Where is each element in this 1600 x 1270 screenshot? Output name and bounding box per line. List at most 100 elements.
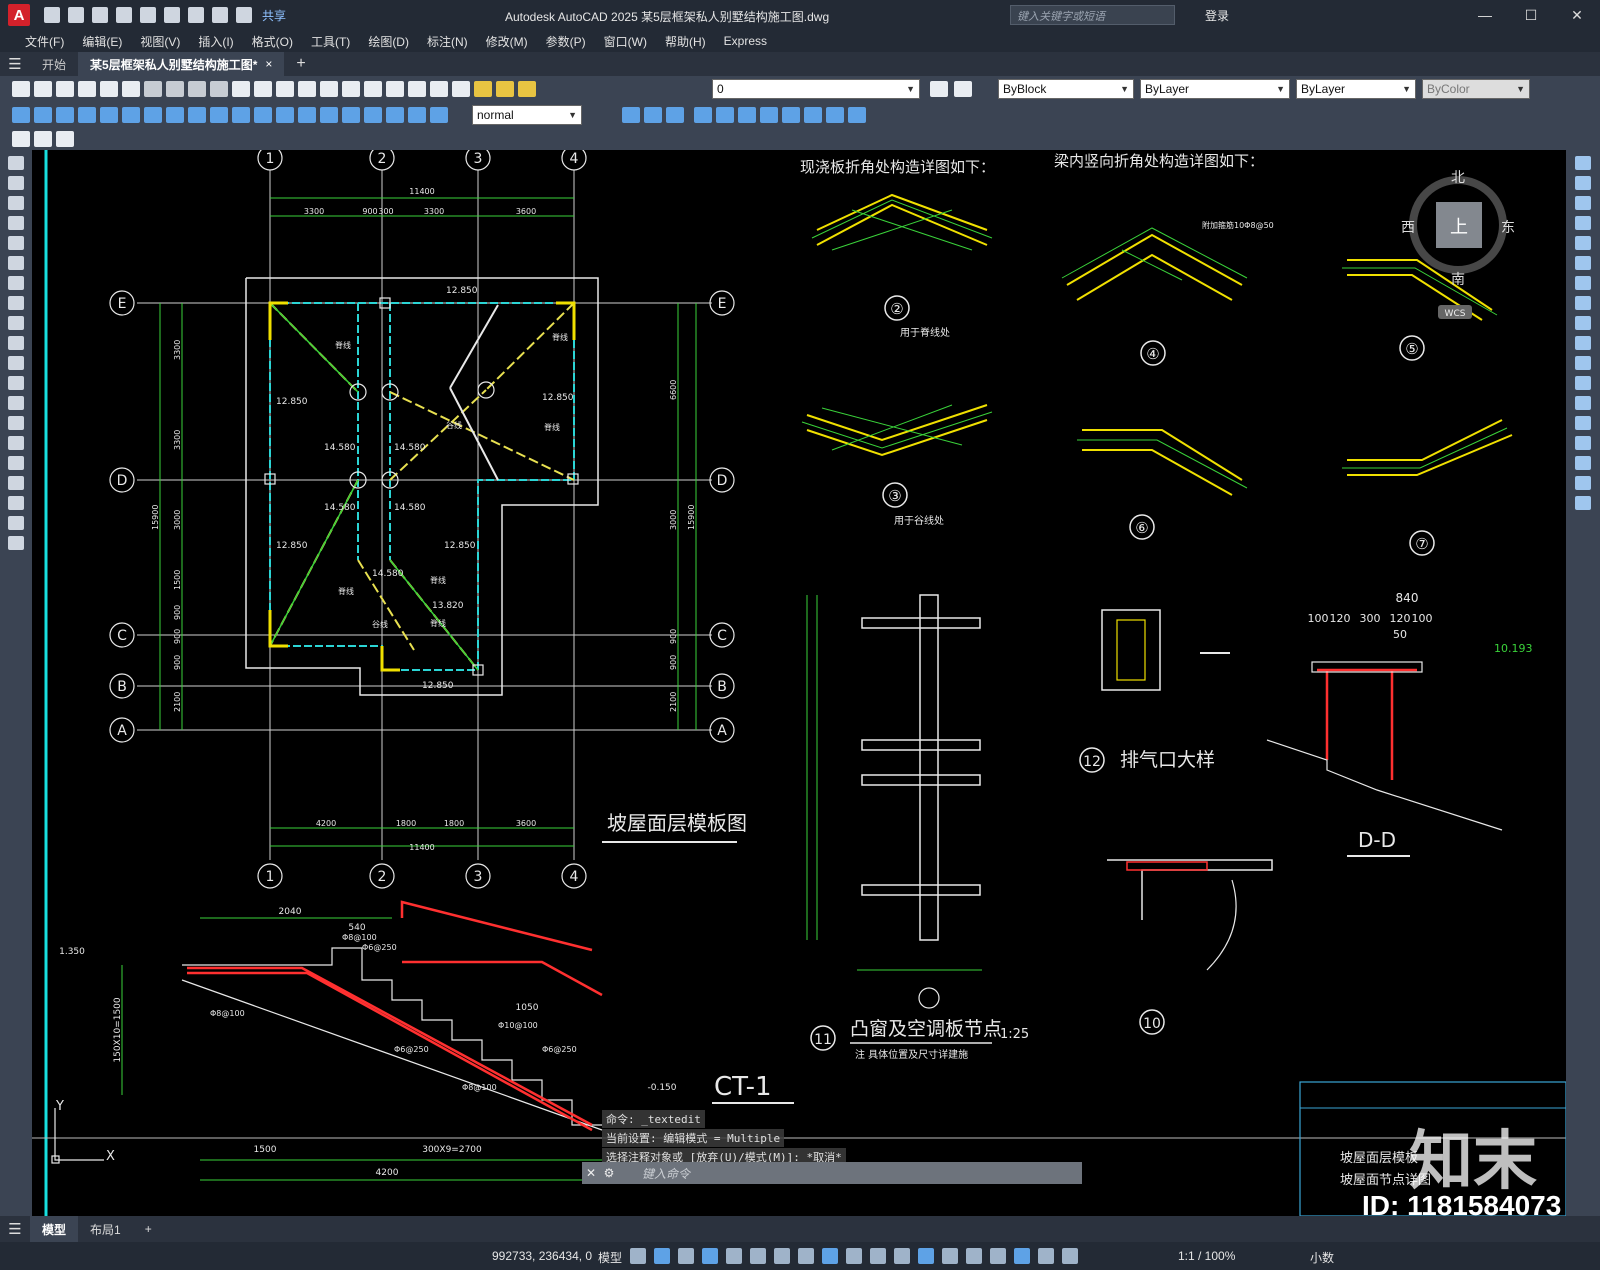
add-layout-button[interactable]: + xyxy=(133,1216,164,1242)
units-button[interactable]: 小数 xyxy=(1310,1249,1334,1266)
viewcube-north-label[interactable]: 北 xyxy=(1451,170,1465,186)
tolerance-icon[interactable] xyxy=(298,107,316,123)
dimension-space-icon[interactable] xyxy=(254,107,272,123)
tab-current-drawing[interactable]: 某5层框架私人别墅结构施工图* × xyxy=(78,52,285,76)
close-icon[interactable]: ✕ xyxy=(582,1166,600,1180)
diameter-icon[interactable] xyxy=(144,107,162,123)
export-icon[interactable] xyxy=(164,7,180,23)
dimension-update-icon[interactable] xyxy=(430,107,448,123)
search-input[interactable]: 键入关键字或短语 xyxy=(1010,5,1175,25)
menu-express[interactable]: Express xyxy=(715,34,776,48)
zoom-window-icon[interactable] xyxy=(320,81,338,97)
dimension-break-icon[interactable] xyxy=(276,107,294,123)
jogged-linear-icon[interactable] xyxy=(364,107,382,123)
3d-extrude-icon[interactable] xyxy=(666,107,684,123)
make-current-icon[interactable] xyxy=(930,81,948,97)
polar-icon[interactable] xyxy=(750,1248,766,1264)
roof-plan[interactable]: 12.850 14.580 14.580 14.580 14.580 12.85… xyxy=(109,150,747,889)
login-button[interactable]: 登录 xyxy=(1205,7,1229,24)
dynamic-input-icon[interactable] xyxy=(702,1248,718,1264)
blend-icon[interactable] xyxy=(1575,476,1591,490)
viewcube-east-label[interactable]: 东 xyxy=(1501,220,1515,236)
viewcube-top-label[interactable]: 上 xyxy=(1450,217,1468,238)
infer-constraints-icon[interactable] xyxy=(678,1248,694,1264)
transparency-icon[interactable] xyxy=(870,1248,886,1264)
insert-block-icon[interactable] xyxy=(34,131,52,147)
layer-state-icon[interactable] xyxy=(496,81,514,97)
text-style-select[interactable]: normal ▼ xyxy=(472,105,582,125)
inspection-icon[interactable] xyxy=(342,107,360,123)
multiline-text-icon[interactable] xyxy=(8,516,24,530)
tab-start[interactable]: 开始 xyxy=(30,52,78,76)
autocad-logo-icon[interactable]: A xyxy=(8,4,30,26)
tab-layout1[interactable]: 布局1 xyxy=(78,1216,133,1242)
annotation-scale[interactable]: 1:1 / 100% xyxy=(1178,1249,1235,1263)
angular-icon[interactable] xyxy=(166,107,184,123)
join-icon[interactable] xyxy=(1575,416,1591,430)
break-at-point-icon[interactable] xyxy=(1575,376,1591,390)
vent-detail[interactable]: 12 排气口大样 xyxy=(1079,609,1230,773)
layer-previous-icon[interactable] xyxy=(954,81,972,97)
wcs-button[interactable]: WCS xyxy=(1445,309,1466,319)
ellipse-icon[interactable] xyxy=(8,336,24,350)
3d-mirror-icon[interactable] xyxy=(782,107,800,123)
viewcube[interactable]: 上 北 南 东 西 WCS xyxy=(1401,170,1515,319)
save-icon[interactable] xyxy=(56,81,74,97)
section-dd[interactable]: 840 100 120 300 120 100 50 10.193 D-D xyxy=(1266,591,1533,857)
array-icon[interactable] xyxy=(1575,236,1591,250)
plot-icon[interactable] xyxy=(78,81,96,97)
ordinate-icon[interactable] xyxy=(78,107,96,123)
calculator-icon[interactable] xyxy=(430,81,448,97)
bay-window-section[interactable]: 11 凸窗及空调板节点 1:25 注 具体位置及尺寸详建施 xyxy=(806,594,1029,1061)
save-icon[interactable] xyxy=(92,7,108,23)
spline-icon[interactable] xyxy=(8,316,24,330)
tab-model[interactable]: 模型 xyxy=(30,1216,79,1242)
menu-tools[interactable]: 工具(T) xyxy=(302,33,359,50)
rotate-icon[interactable] xyxy=(1575,276,1591,290)
3d-rotate-icon[interactable] xyxy=(760,107,778,123)
insert-block-icon[interactable] xyxy=(8,376,24,390)
copy-object-icon[interactable] xyxy=(1575,176,1591,190)
block-editor-icon[interactable] xyxy=(12,131,30,147)
cut-icon[interactable] xyxy=(144,81,162,97)
layer-freeze-icon[interactable] xyxy=(518,81,536,97)
rectangle-icon[interactable] xyxy=(8,236,24,250)
copy-icon[interactable] xyxy=(166,81,184,97)
model-space-button[interactable]: 模型 xyxy=(598,1249,622,1266)
trim-icon[interactable] xyxy=(1575,336,1591,350)
ellipse-arc-icon[interactable] xyxy=(8,356,24,370)
layer-select[interactable]: 0 ▼ xyxy=(712,79,920,99)
menu-format[interactable]: 格式(O) xyxy=(243,33,302,50)
selection-filter-icon[interactable] xyxy=(966,1248,982,1264)
dynamic-ucs-icon[interactable] xyxy=(942,1248,958,1264)
hatch-icon[interactable] xyxy=(8,436,24,450)
aligned-dimension-icon[interactable] xyxy=(34,107,52,123)
mirror-icon[interactable] xyxy=(1575,196,1591,210)
plotstyle-select[interactable]: ByColor ▼ xyxy=(1422,79,1530,99)
plot-preview-icon[interactable] xyxy=(100,81,118,97)
dimension-edit-icon[interactable] xyxy=(386,107,404,123)
radius-icon[interactable] xyxy=(100,107,118,123)
explode-icon[interactable] xyxy=(1575,496,1591,510)
new-file-icon[interactable] xyxy=(44,7,60,23)
dimension-text-edit-icon[interactable] xyxy=(408,107,426,123)
arc-length-icon[interactable] xyxy=(56,107,74,123)
snap-icon[interactable] xyxy=(654,1248,670,1264)
menu-draw[interactable]: 绘图(D) xyxy=(359,33,418,50)
object-snap-tracking-icon[interactable] xyxy=(798,1248,814,1264)
circle-icon[interactable] xyxy=(8,276,24,290)
lineweight-icon[interactable] xyxy=(846,1248,862,1264)
undo-icon[interactable] xyxy=(232,81,250,97)
3d-intersect-icon[interactable] xyxy=(738,107,756,123)
zoom-previous-icon[interactable] xyxy=(342,81,360,97)
isodraft-icon[interactable] xyxy=(774,1248,790,1264)
table-icon[interactable] xyxy=(8,496,24,510)
scale-icon[interactable] xyxy=(1575,296,1591,310)
design-center-icon[interactable] xyxy=(386,81,404,97)
new-icon[interactable] xyxy=(12,81,30,97)
linetype-select[interactable]: ByLayer ▼ xyxy=(1140,79,1290,99)
command-input[interactable]: 键入命令 xyxy=(642,1165,690,1182)
move-icon[interactable] xyxy=(1575,256,1591,270)
3d-slice-icon[interactable] xyxy=(826,107,844,123)
add-selected-icon[interactable] xyxy=(8,536,24,550)
